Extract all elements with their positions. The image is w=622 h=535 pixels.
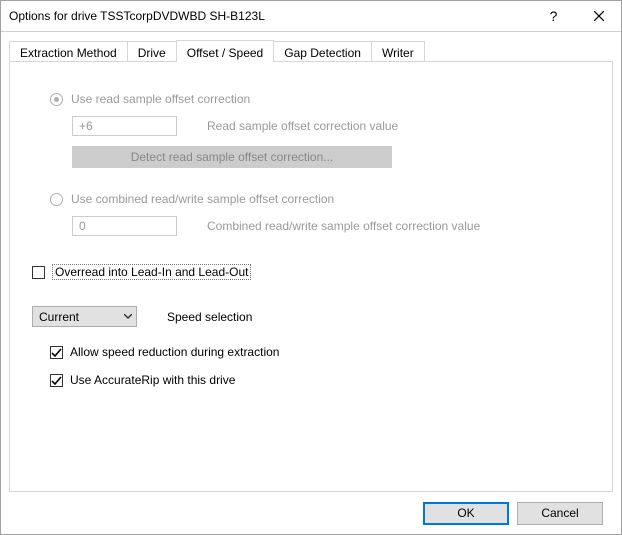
button-bar: OK Cancel <box>9 492 613 534</box>
close-icon <box>594 11 604 21</box>
overread-checkbox-row[interactable]: Overread into Lead-In and Lead-Out <box>32 264 584 280</box>
tab-offset-speed[interactable]: Offset / Speed <box>176 40 275 62</box>
read-offset-row: +6 Read sample offset correction value <box>72 116 584 136</box>
radio-read-offset[interactable]: Use read sample offset correction <box>50 92 584 106</box>
tab-extraction-method[interactable]: Extraction Method <box>9 41 128 61</box>
allow-speed-reduction-row[interactable]: Allow speed reduction during extraction <box>50 345 584 359</box>
radio-combined-offset-label: Use combined read/write sample offset co… <box>71 192 334 206</box>
combined-offset-input[interactable]: 0 <box>72 216 177 236</box>
close-button[interactable] <box>576 1 621 31</box>
combined-offset-value-label: Combined read/write sample offset correc… <box>207 219 480 233</box>
speed-select[interactable]: Current <box>32 306 137 327</box>
titlebar: Options for drive TSSTcorpDVDWBD SH-B123… <box>1 1 621 32</box>
speed-select-button <box>119 307 136 326</box>
tab-gap-detection[interactable]: Gap Detection <box>273 41 372 61</box>
allow-speed-reduction-label: Allow speed reduction during extraction <box>70 345 279 359</box>
overread-label: Overread into Lead-In and Lead-Out <box>52 264 251 280</box>
dialog-body: Extraction Method Drive Offset / Speed G… <box>1 32 621 534</box>
overread-checkbox[interactable] <box>32 266 45 279</box>
window-title: Options for drive TSSTcorpDVDWBD SH-B123… <box>1 9 531 23</box>
tab-baseline <box>9 61 613 62</box>
speed-select-value: Current <box>33 310 119 324</box>
radio-icon <box>50 193 63 206</box>
read-offset-value-label: Read sample offset correction value <box>207 119 398 133</box>
read-offset-input[interactable]: +6 <box>72 116 177 136</box>
tab-writer[interactable]: Writer <box>371 41 425 61</box>
detect-offset-button[interactable]: Detect read sample offset correction... <box>72 146 392 168</box>
radio-icon <box>50 93 63 106</box>
cancel-button[interactable]: Cancel <box>517 502 603 525</box>
ok-button[interactable]: OK <box>423 502 509 525</box>
speed-row: Current Speed selection <box>32 306 584 327</box>
tab-drive[interactable]: Drive <box>127 41 177 61</box>
checkmark-icon <box>51 375 62 386</box>
tab-panel-offset-speed: Use read sample offset correction +6 Rea… <box>9 62 613 492</box>
tab-strip: Extraction Method Drive Offset / Speed G… <box>9 40 613 62</box>
checkmark-icon <box>51 347 62 358</box>
dialog-window: Options for drive TSSTcorpDVDWBD SH-B123… <box>0 0 622 535</box>
use-accuraterip-row[interactable]: Use AccurateRip with this drive <box>50 373 584 387</box>
radio-read-offset-label: Use read sample offset correction <box>71 92 250 106</box>
help-button[interactable]: ? <box>531 1 576 31</box>
chevron-down-icon <box>124 314 132 319</box>
speed-label: Speed selection <box>167 310 252 324</box>
use-accuraterip-checkbox[interactable] <box>50 374 63 387</box>
use-accuraterip-label: Use AccurateRip with this drive <box>70 373 235 387</box>
allow-speed-reduction-checkbox[interactable] <box>50 346 63 359</box>
radio-combined-offset[interactable]: Use combined read/write sample offset co… <box>50 192 584 206</box>
combined-offset-row: 0 Combined read/write sample offset corr… <box>72 216 584 236</box>
